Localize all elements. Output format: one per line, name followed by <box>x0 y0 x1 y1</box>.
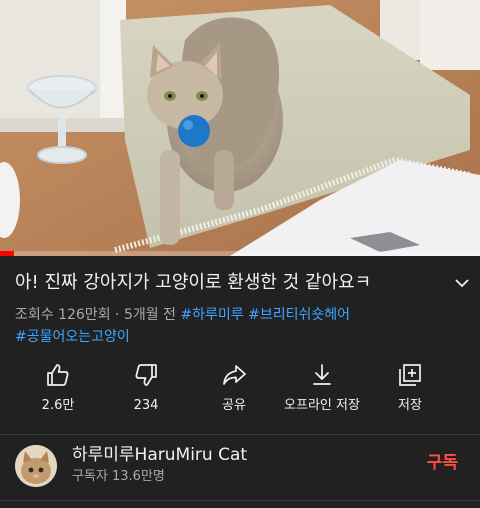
hashtag-link[interactable]: #브리티쉬숏헤어 <box>248 307 350 323</box>
subscriber-count: 구독자 13.6만명 <box>72 469 165 484</box>
video-meta: 조회수 126만회 · 5개월 전 #하루미루 #브리티쉬숏헤어 #공물어오는고… <box>15 304 465 348</box>
video-title[interactable]: 아! 진짜 강아지가 고양이로 환생한 것 같아요ㅋ <box>15 271 445 295</box>
video-thumbnail <box>0 0 480 256</box>
thumb-down-icon <box>135 364 157 386</box>
subscribe-button[interactable]: 구독 <box>427 452 458 474</box>
like-count: 2.6만 <box>41 398 75 413</box>
save-label: 저장 <box>398 398 422 413</box>
download-label: 오프라인 저장 <box>284 398 360 413</box>
share-icon <box>223 365 246 385</box>
meta-separator: · <box>115 307 120 323</box>
download-button[interactable]: 오프라인 저장 <box>272 362 372 422</box>
action-bar: 2.6만 234 공유 오프라인 저장 저장 <box>0 362 480 422</box>
channel-row[interactable]: 하루미루HaruMiru Cat 구독자 13.6만명 구독 <box>0 434 480 500</box>
share-button[interactable]: 공유 <box>184 362 284 422</box>
hashtag-link[interactable]: #공물어오는고양이 <box>15 329 130 345</box>
view-count: 조회수 126만회 <box>15 307 111 323</box>
download-icon <box>313 364 331 385</box>
hashtag-link[interactable]: #하루미루 <box>180 307 243 323</box>
upload-age: 5개월 전 <box>123 307 176 323</box>
video-progress-bar[interactable] <box>0 251 480 256</box>
chevron-down-icon[interactable] <box>453 274 471 292</box>
save-button[interactable]: 저장 <box>360 362 460 422</box>
like-button[interactable]: 2.6만 <box>8 362 108 422</box>
video-player[interactable] <box>0 0 480 256</box>
save-to-playlist-icon <box>399 364 421 386</box>
video-progress-fill <box>0 251 15 256</box>
dislike-count: 234 <box>133 398 159 413</box>
divider <box>0 500 480 501</box>
cat-avatar-image <box>15 445 57 487</box>
channel-name[interactable]: 하루미루HaruMiru Cat <box>72 444 247 466</box>
share-label: 공유 <box>222 398 246 413</box>
thumb-up-icon <box>47 364 69 386</box>
dislike-button[interactable]: 234 <box>96 362 196 422</box>
channel-avatar[interactable] <box>15 445 57 487</box>
